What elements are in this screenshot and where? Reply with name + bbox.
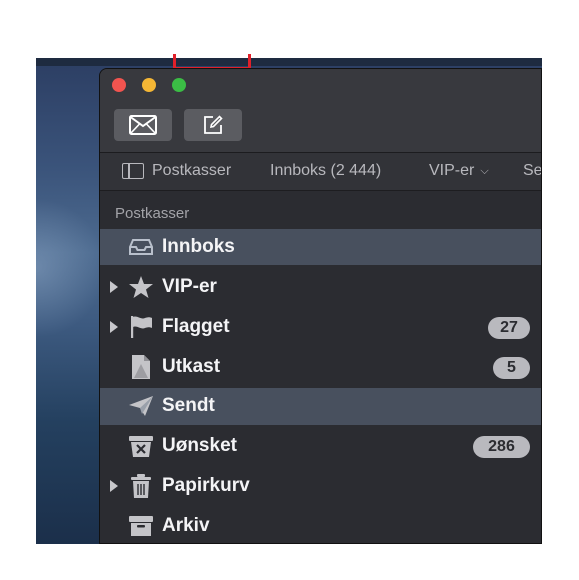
favorites-bar: Postkasser Innboks (2 444) VIP-er ⌵ Se	[100, 153, 541, 191]
star-icon	[127, 275, 155, 299]
sidebar-item-vip[interactable]: VIP-er	[100, 269, 541, 305]
favorite-vip-label: VIP-er	[429, 162, 475, 179]
unread-count-badge: 27	[488, 317, 530, 339]
sidebar-item-label: VIP-er	[162, 276, 217, 297]
favorite-vip[interactable]: VIP-er ⌵	[429, 162, 489, 180]
sidebar-item-trash[interactable]: Papirkurv	[100, 468, 541, 504]
archive-box-icon	[127, 514, 155, 538]
unread-count-badge: 5	[493, 357, 530, 379]
envelope-icon	[129, 115, 157, 135]
disclosure-triangle-icon[interactable]	[110, 321, 118, 333]
disclosure-triangle-icon[interactable]	[110, 281, 118, 293]
favorite-sent-label: Se	[523, 162, 542, 179]
sidebar-item-archive[interactable]: Arkiv	[100, 508, 541, 543]
favorite-sent[interactable]: Se	[523, 162, 542, 180]
mailboxes-toggle-label: Postkasser	[152, 162, 232, 179]
zoom-button[interactable]	[172, 78, 186, 92]
compose-button[interactable]	[184, 109, 242, 141]
sidebar-item-label: Innboks	[162, 236, 235, 257]
mailboxes-toggle[interactable]: Postkasser	[122, 162, 231, 180]
get-mail-button[interactable]	[114, 109, 172, 141]
sidebar-item-drafts[interactable]: Utkast 5	[100, 349, 541, 385]
sidebar-item-flagged[interactable]: Flagget 27	[100, 309, 541, 345]
chevron-down-icon: ⌵	[480, 164, 489, 177]
sidebar-item-inbox[interactable]: Innboks	[100, 229, 541, 265]
close-button[interactable]	[112, 78, 126, 92]
sidebar-item-label: Flagget	[162, 316, 230, 337]
sidebar-item-junk[interactable]: Uønsket 286	[100, 428, 541, 464]
flag-icon	[127, 315, 155, 339]
sidebar-item-label: Papirkurv	[162, 475, 250, 496]
minimize-button[interactable]	[142, 78, 156, 92]
section-header: Postkasser	[115, 205, 190, 222]
sidebar-item-label: Uønsket	[162, 435, 237, 456]
sidebar-item-label: Utkast	[162, 356, 221, 377]
mailbox-sidebar: Postkasser Innboks VIP-er Flagget 27 Utk…	[100, 192, 541, 543]
sidebar-item-label: Arkiv	[162, 515, 210, 536]
sidebar-icon	[122, 163, 144, 179]
menu-bar	[36, 58, 542, 66]
favorite-inbox-label: Innboks (2 444)	[270, 162, 382, 179]
title-bar	[100, 69, 541, 153]
compose-icon	[204, 115, 223, 134]
drafts-icon	[127, 355, 155, 379]
sidebar-item-sent[interactable]: Sendt	[100, 388, 541, 425]
wallpaper-haze	[36, 198, 106, 338]
unread-count-badge: 286	[473, 436, 530, 458]
trash-icon	[127, 474, 155, 498]
paper-plane-icon	[127, 394, 155, 418]
mail-window: Postkasser Innboks (2 444) VIP-er ⌵ Se P…	[99, 68, 542, 544]
favorite-inbox[interactable]: Innboks (2 444)	[270, 162, 381, 180]
sidebar-item-label: Sendt	[162, 395, 215, 416]
disclosure-triangle-icon[interactable]	[110, 480, 118, 492]
inbox-tray-icon	[127, 235, 155, 259]
junk-bin-icon	[127, 434, 155, 458]
